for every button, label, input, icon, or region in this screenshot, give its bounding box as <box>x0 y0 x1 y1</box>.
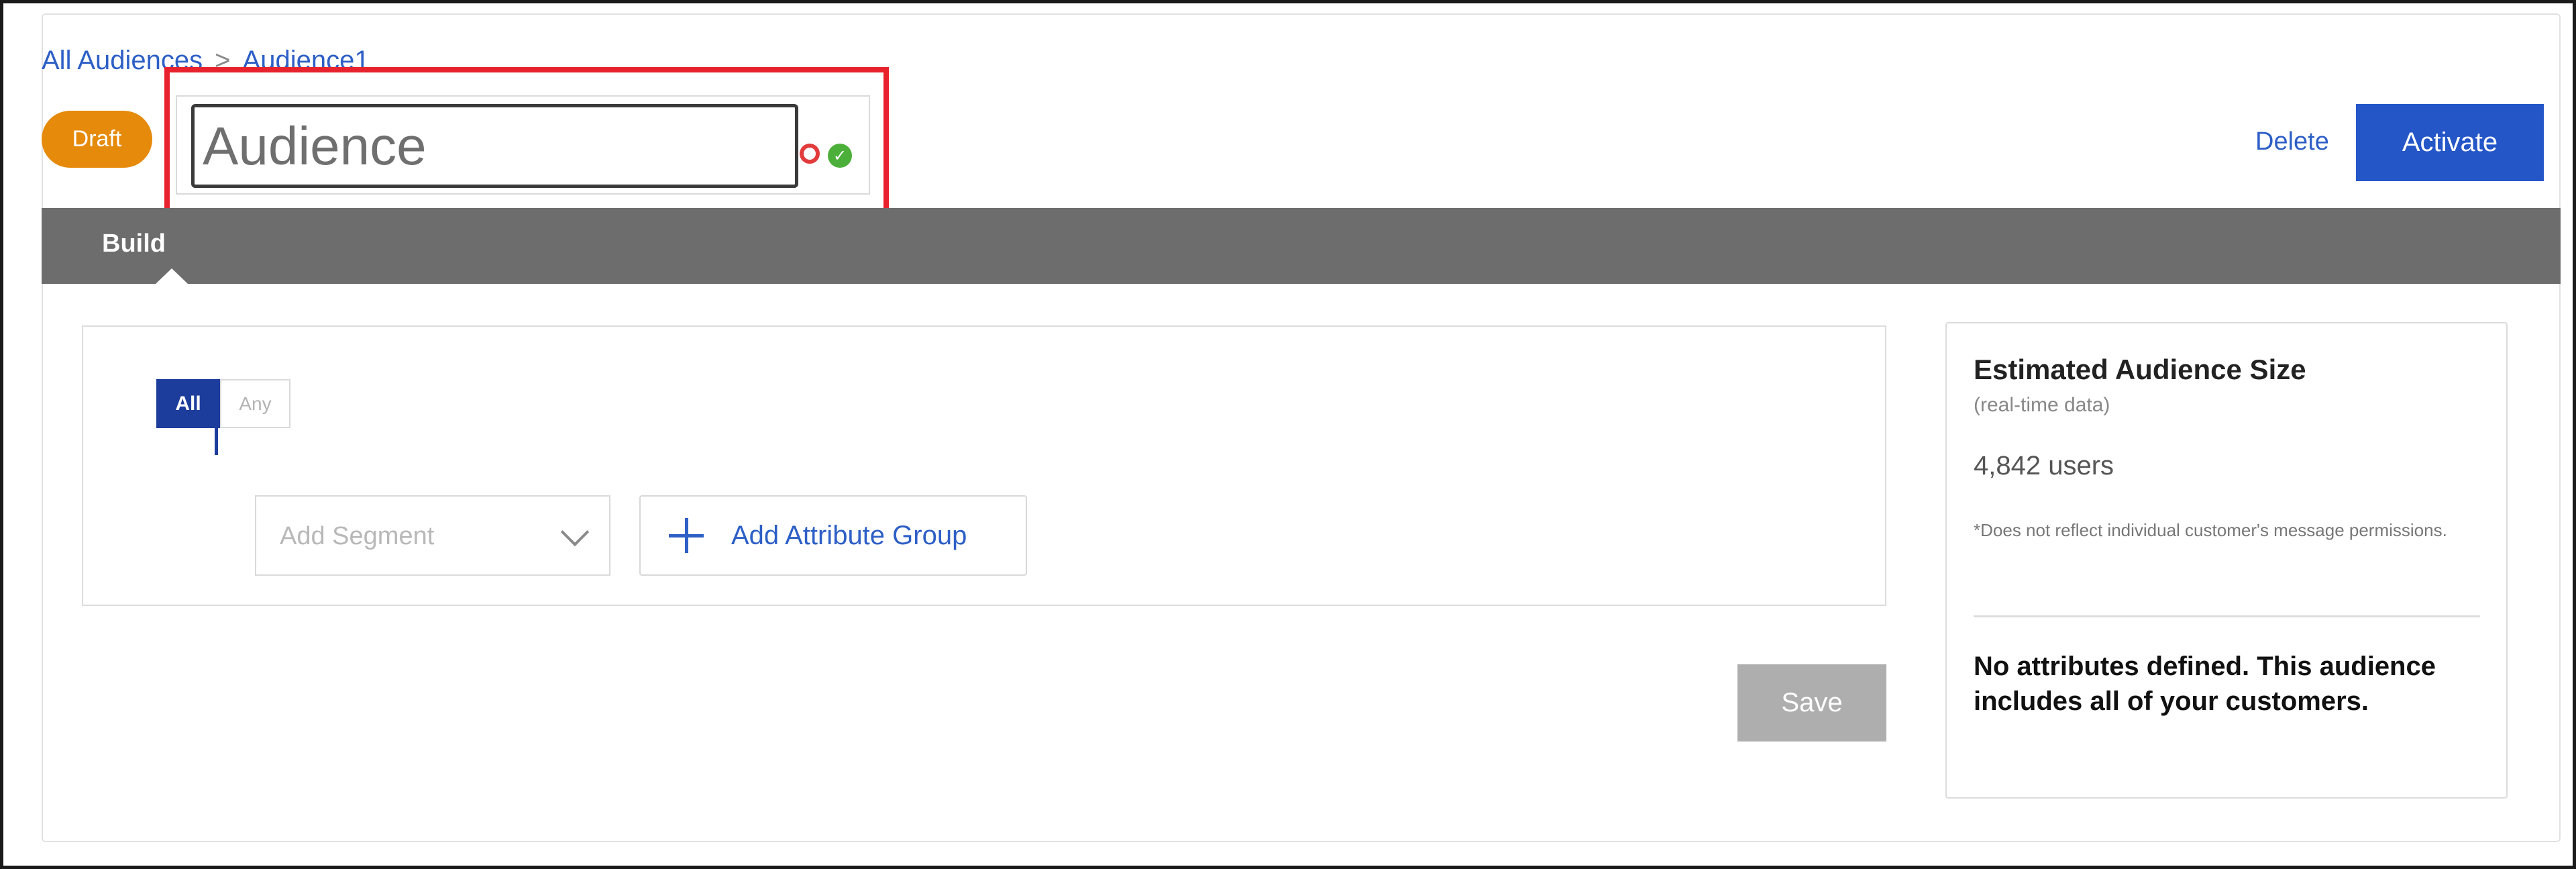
segment-placeholder: Add Segment <box>280 522 435 550</box>
status-badge: Draft <box>42 111 152 168</box>
active-tab-caret-icon <box>156 268 188 284</box>
plus-icon <box>669 518 704 553</box>
add-attribute-group-button[interactable]: Add Attribute Group <box>639 495 1027 576</box>
add-attribute-group-label: Add Attribute Group <box>731 521 967 550</box>
add-segment-select[interactable]: Add Segment <box>255 495 610 576</box>
activate-button[interactable]: Activate <box>2356 104 2544 181</box>
delete-link[interactable]: Delete <box>2255 127 2329 156</box>
match-any-toggle[interactable]: Any <box>220 379 290 428</box>
save-button[interactable]: Save <box>1737 664 1886 742</box>
audience-size-summary: Estimated Audience Size (real-time data)… <box>1945 322 2508 799</box>
no-attributes-message: No attributes defined. This audience inc… <box>1974 652 2436 716</box>
summary-title: Estimated Audience Size <box>1974 354 2306 385</box>
rule-connector-line <box>215 428 218 455</box>
summary-divider <box>1974 615 2480 617</box>
tab-bar: Build <box>42 208 2561 284</box>
tab-build[interactable]: Build <box>102 229 166 258</box>
match-all-toggle[interactable]: All <box>156 379 220 428</box>
highlight-box <box>164 67 889 232</box>
audience-count: 4,842 users <box>1974 451 2114 480</box>
summary-subtitle: (real-time data) <box>1974 394 2110 416</box>
chevron-down-icon <box>560 517 590 547</box>
summary-note: *Does not reflect individual customer's … <box>1974 520 2447 540</box>
